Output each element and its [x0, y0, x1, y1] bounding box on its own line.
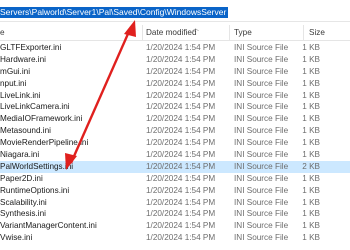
file-size: 1 KB	[302, 150, 320, 160]
column-header-row: e ︿ Date modified Type Size	[0, 25, 350, 41]
file-name: mGui.ini	[0, 66, 31, 76]
file-row[interactable]: Metasound.ini 1/20/2024 1:54 PM INI Source…	[0, 125, 350, 137]
file-name: Vwise.ini	[0, 233, 33, 243]
file-type: INI Source File	[234, 43, 289, 52]
file-date: 1/20/2024 1:54 PM	[146, 78, 216, 88]
file-size: 1 KB	[302, 78, 320, 88]
address-bar[interactable]: Servers\Palworld\Server1\Pal\Saved\Confi…	[0, 0, 350, 22]
file-date: 1/20/2024 1:54 PM	[146, 209, 216, 219]
file-date: 1/20/2024 1:54 PM	[146, 221, 216, 231]
file-row[interactable]: LiveLinkCamera.ini 1/20/2024 1:54 PM INI S…	[0, 101, 350, 113]
file-name: Paper2D.ini	[0, 173, 43, 183]
file-name: RuntimeOptions.ini	[0, 185, 70, 195]
file-name: Scalability.ini	[0, 197, 47, 207]
column-divider[interactable]	[303, 25, 304, 41]
file-name: Hardware.ini	[0, 54, 46, 64]
file-type: INI Source File	[234, 66, 289, 76]
file-date: 1/20/2024 1:54 PM	[146, 66, 216, 76]
file-name: Synthesis.ini	[0, 209, 46, 219]
file-date: 1/20/2024 1:54 PM	[146, 90, 216, 100]
file-size: 1 KB	[302, 221, 320, 231]
file-date: 1/20/2024 1:54 PM	[146, 54, 216, 64]
file-size: 1 KB	[302, 173, 320, 183]
file-type: INI Source File	[234, 209, 289, 219]
column-divider[interactable]	[142, 25, 143, 41]
file-size: 2 KB	[302, 161, 320, 171]
file-row[interactable]: Hardware.ini 1/20/2024 1:54 PM INI Source …	[0, 54, 350, 66]
file-type: INI Source File	[234, 126, 289, 136]
file-type: INI Source File	[234, 102, 289, 112]
file-row[interactable]: Vwise.ini 1/20/2024 1:54 PM INI Source Fil…	[0, 232, 350, 244]
file-name: LiveLinkCamera.ini	[0, 102, 70, 112]
file-row[interactable]: Synthesis.ini 1/20/2024 1:54 PM INI Source…	[0, 208, 350, 220]
file-name: LiveLink.ini	[0, 90, 41, 100]
address-path[interactable]: Servers\Palworld\Server1\Pal\Saved\Confi…	[0, 7, 229, 18]
file-name: nput.ini	[0, 78, 27, 88]
file-name: GLTFExporter.ini	[0, 43, 62, 52]
file-type: INI Source File	[234, 78, 289, 88]
file-row[interactable]: Niagara.ini 1/20/2024 1:54 PM INI Source F…	[0, 149, 350, 161]
file-date: 1/20/2024 1:54 PM	[146, 138, 216, 148]
file-row[interactable]: MovieRenderPipeline.ini 1/20/2024 1:54 PM…	[0, 137, 350, 149]
file-size: 1 KB	[302, 102, 320, 112]
file-row[interactable]: Paper2D.ini 1/20/2024 1:54 PM INI Source F…	[0, 173, 350, 185]
file-row[interactable]: LiveLink.ini 1/20/2024 1:54 PM INI Source …	[0, 90, 350, 102]
file-size: 1 KB	[302, 233, 320, 243]
file-name: MovieRenderPipeline.ini	[0, 138, 89, 148]
file-size: 1 KB	[302, 54, 320, 64]
file-size: 1 KB	[302, 90, 320, 100]
column-header-size[interactable]: Size	[309, 28, 325, 37]
file-size: 1 KB	[302, 66, 320, 76]
file-date: 1/20/2024 1:54 PM	[146, 102, 216, 112]
file-date: 1/20/2024 1:54 PM	[146, 126, 216, 136]
file-type: INI Source File	[234, 173, 289, 183]
file-date: 1/20/2024 1:54 PM	[146, 114, 216, 124]
file-size: 1 KB	[302, 126, 320, 136]
file-type: INI Source File	[234, 90, 289, 100]
file-name: VariantManagerContent.ini	[0, 221, 97, 231]
file-size: 1 KB	[302, 114, 320, 124]
file-type: INI Source File	[234, 161, 289, 171]
file-type: INI Source File	[234, 221, 289, 231]
file-name: Metasound.ini	[0, 126, 51, 136]
file-date: 1/20/2024 1:54 PM	[146, 233, 216, 243]
file-date: 1/20/2024 1:54 PM	[146, 185, 216, 195]
file-row[interactable]: VariantManagerContent.ini 1/20/2024 1:54 …	[0, 220, 350, 232]
file-date: 1/20/2024 1:54 PM	[146, 197, 216, 207]
file-type: INI Source File	[234, 54, 289, 64]
file-date: 1/20/2024 1:54 PM	[146, 150, 216, 160]
file-row[interactable]: Scalability.ini 1/20/2024 1:54 PM INI Sour…	[0, 197, 350, 209]
file-list: GLTFExporter.ini 1/20/2024 1:54 PM INI Sou…	[0, 42, 350, 244]
column-header-type[interactable]: Type	[234, 28, 252, 37]
file-row-selected[interactable]: PalWorldSettings.ini 1/20/2024 1:54 PM INI…	[0, 160, 350, 173]
file-size: 1 KB	[302, 43, 320, 52]
file-type: INI Source File	[234, 233, 289, 243]
file-name: PalWorldSettings.ini	[0, 161, 74, 171]
file-size: 1 KB	[302, 209, 320, 219]
file-row[interactable]: mGui.ini 1/20/2024 1:54 PM INI Source File…	[0, 66, 350, 78]
column-header-date-modified[interactable]: Date modified	[146, 28, 197, 37]
file-size: 1 KB	[302, 185, 320, 195]
file-size: 1 KB	[302, 197, 320, 207]
file-type: INI Source File	[234, 150, 289, 160]
file-name: Niagara.ini	[0, 150, 40, 160]
file-type: INI Source File	[234, 114, 289, 124]
file-row[interactable]: RuntimeOptions.ini 1/20/2024 1:54 PM INI S…	[0, 185, 350, 197]
file-row[interactable]: MediaIOFramework.ini 1/20/2024 1:54 PM INI…	[0, 113, 350, 125]
column-header-name[interactable]: e	[0, 28, 5, 37]
file-type: INI Source File	[234, 138, 289, 148]
file-name: MediaIOFramework.ini	[0, 114, 83, 124]
file-date: 1/20/2024 1:54 PM	[146, 161, 216, 171]
file-date: 1/20/2024 1:54 PM	[146, 173, 216, 183]
file-date: 1/20/2024 1:54 PM	[146, 43, 216, 52]
column-divider[interactable]	[229, 25, 230, 41]
file-size: 1 KB	[302, 138, 320, 148]
file-row[interactable]: GLTFExporter.ini 1/20/2024 1:54 PM INI Sou…	[0, 42, 350, 54]
file-row[interactable]: nput.ini 1/20/2024 1:54 PM INI Source File…	[0, 78, 350, 90]
file-type: INI Source File	[234, 185, 289, 195]
file-type: INI Source File	[234, 197, 289, 207]
